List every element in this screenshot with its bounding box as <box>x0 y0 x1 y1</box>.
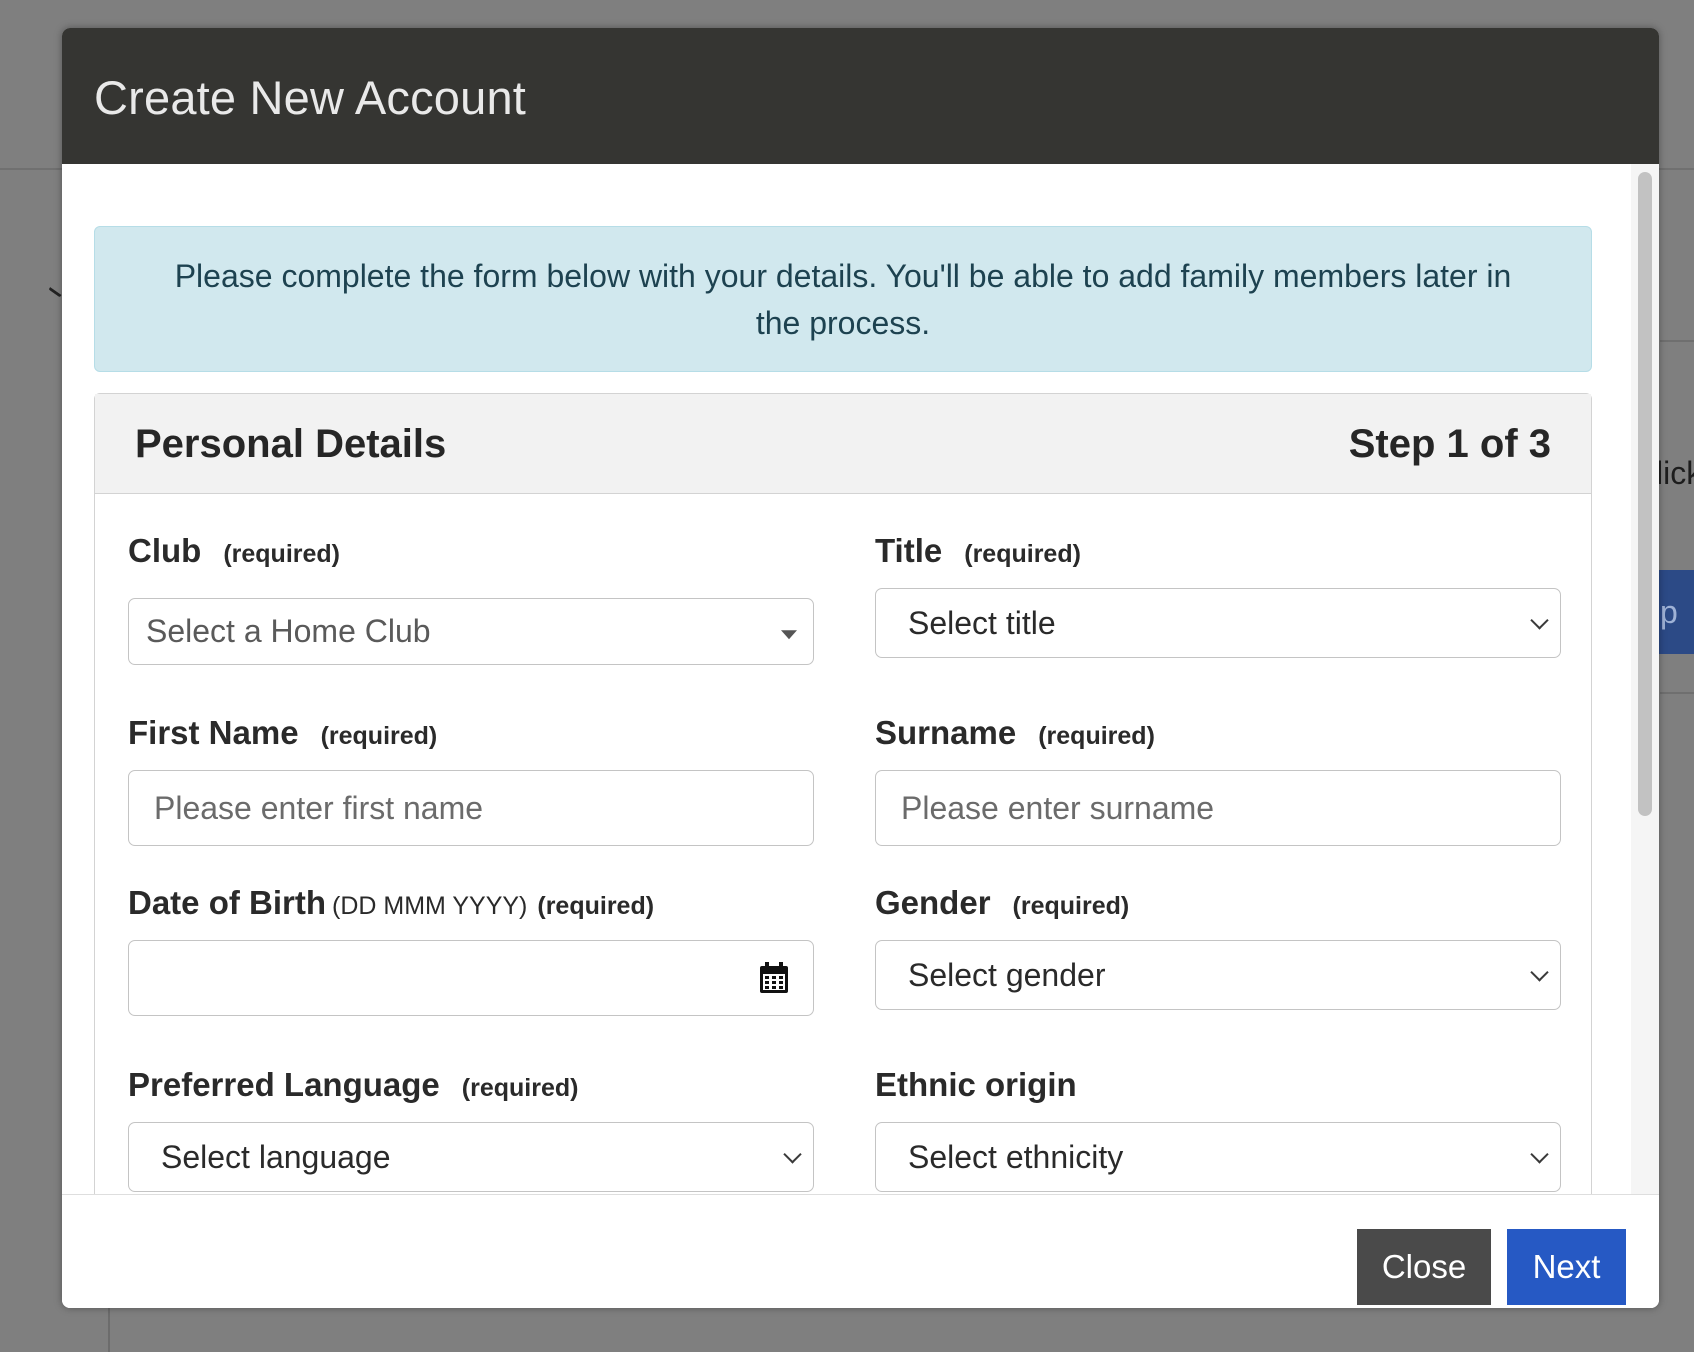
modal-title: Create New Account <box>94 71 527 124</box>
club-label-text: Club <box>128 532 202 569</box>
chevron-down-icon <box>1530 611 1549 630</box>
step-indicator: Step 1 of 3 <box>1348 422 1551 466</box>
gender-select[interactable]: Select gender <box>875 940 1561 1010</box>
scrollbar-thumb[interactable] <box>1638 172 1652 816</box>
surname-label: Surname (required) <box>875 714 1155 752</box>
gender-label: Gender (required) <box>875 884 1129 922</box>
background-text-fragment: lick <box>1656 455 1694 491</box>
dob-input[interactable] <box>128 940 814 1016</box>
required-marker: (required) <box>1038 722 1155 750</box>
info-alert: Please complete the form below with your… <box>94 226 1592 372</box>
background-divider <box>1660 692 1694 694</box>
dob-format-hint: (DD MMM YYYY) <box>332 892 528 920</box>
first-name-label-text: First Name <box>128 714 299 751</box>
calendar-icon[interactable] <box>759 962 789 994</box>
ethnic-origin-label: Ethnic origin <box>875 1066 1077 1104</box>
background-button-fragment: p <box>1656 570 1694 654</box>
title-label: Title (required) <box>875 532 1081 570</box>
language-label-text: Preferred Language <box>128 1066 440 1103</box>
background-divider <box>108 1308 110 1352</box>
caret-down-icon <box>781 629 797 639</box>
required-marker: (required) <box>320 722 438 750</box>
background-divider <box>1660 340 1694 342</box>
club-select-value: Select a Home Club <box>146 613 431 649</box>
title-select[interactable]: Select title <box>875 588 1561 658</box>
modal-footer: Close Next <box>62 1194 1659 1308</box>
ethnic-origin-label-text: Ethnic origin <box>875 1066 1077 1103</box>
personal-details-card: Personal Details Step 1 of 3 Club (requir… <box>94 393 1592 1194</box>
dob-label-text: Date of Birth <box>128 884 326 921</box>
club-label: Club (required) <box>128 532 340 570</box>
required-marker: (required) <box>223 540 341 568</box>
required-marker: (required) <box>537 892 655 920</box>
modal-body[interactable]: Please complete the form below with your… <box>62 164 1659 1194</box>
dob-label: Date of Birth (DD MMM YYYY) (required) <box>128 884 654 922</box>
card-header: Personal Details Step 1 of 3 <box>95 394 1591 494</box>
gender-select-value: Select gender <box>908 956 1106 993</box>
surname-input[interactable]: Please enter surname <box>875 770 1561 846</box>
language-select-value: Select language <box>161 1138 391 1175</box>
scrollbar[interactable] <box>1631 164 1659 1194</box>
background-divider <box>1658 168 1694 170</box>
create-account-modal: Create New Account Please complete the f… <box>62 28 1659 1308</box>
modal-header: Create New Account <box>62 28 1659 164</box>
next-button[interactable]: Next <box>1507 1229 1626 1305</box>
ethnic-origin-select[interactable]: Select ethnicity <box>875 1122 1561 1192</box>
close-button[interactable]: Close <box>1357 1229 1491 1305</box>
chevron-down-icon <box>783 1145 802 1164</box>
club-select[interactable]: Select a Home Club <box>128 598 814 665</box>
first-name-placeholder: Please enter first name <box>154 789 484 826</box>
required-marker: (required) <box>461 1074 579 1102</box>
title-select-value: Select title <box>908 604 1056 641</box>
first-name-input[interactable]: Please enter first name <box>128 770 814 846</box>
title-label-text: Title <box>875 532 943 569</box>
ethnic-origin-select-value: Select ethnicity <box>908 1138 1124 1175</box>
chevron-down-icon <box>1530 963 1549 982</box>
surname-placeholder: Please enter surname <box>901 789 1215 826</box>
language-select[interactable]: Select language <box>128 1122 814 1192</box>
required-marker: (required) <box>964 540 1081 568</box>
required-marker: (required) <box>1012 892 1130 920</box>
card-title: Personal Details <box>135 422 447 466</box>
background-divider <box>0 168 62 170</box>
language-label: Preferred Language (required) <box>128 1066 578 1104</box>
gender-label-text: Gender <box>875 884 991 921</box>
first-name-label: First Name (required) <box>128 714 437 752</box>
surname-label-text: Surname <box>875 714 1017 751</box>
chevron-down-icon <box>1530 1145 1549 1164</box>
